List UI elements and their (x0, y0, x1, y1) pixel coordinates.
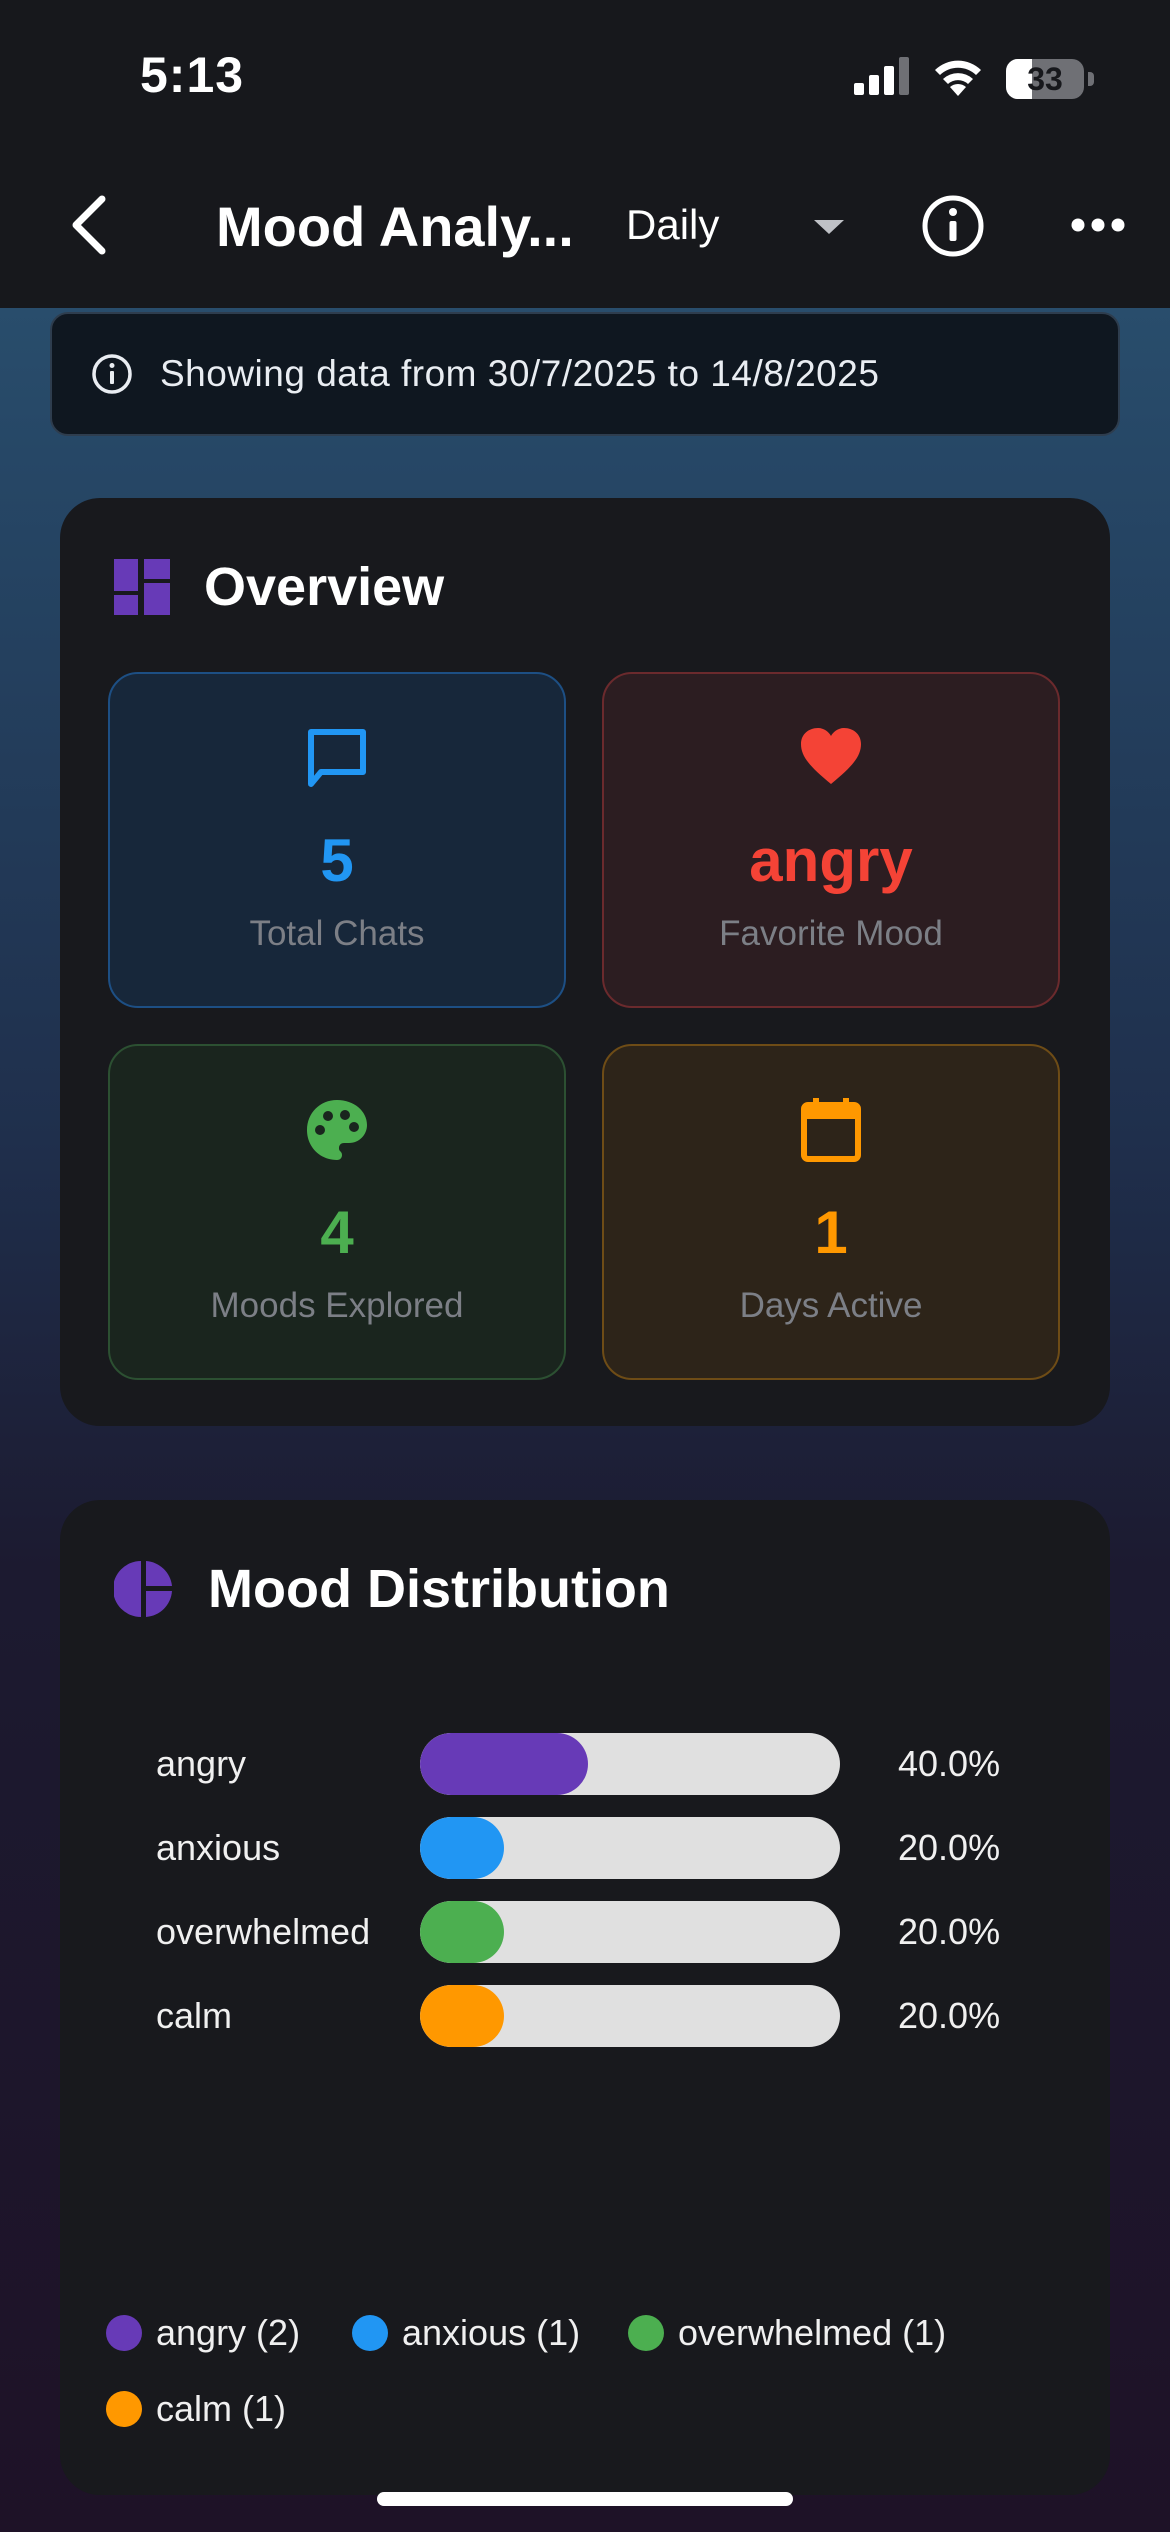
stat-moods-explored: 4 Moods Explored (108, 1044, 566, 1380)
mood-percent: 20.0% (898, 1827, 1001, 1868)
heart-icon (801, 728, 861, 784)
back-button[interactable] (58, 190, 118, 260)
info-outline-icon (92, 354, 132, 394)
status-time: 5:13 (140, 47, 245, 103)
mood-percent: 20.0% (898, 1995, 1001, 2036)
home-indicator[interactable] (377, 2492, 793, 2506)
distribution-row-calm: calm 20.0% (156, 1985, 1056, 2047)
legend-label: angry (2) (156, 2312, 301, 2353)
progress-track (420, 1733, 840, 1795)
page-title: Mood Analy... (216, 195, 574, 258)
dashboard-icon (114, 559, 170, 615)
chat-bubble-icon (308, 729, 366, 787)
total-chats-value: 5 (320, 827, 354, 894)
progress-fill (420, 1985, 504, 2047)
days-active-value: 1 (814, 1199, 848, 1266)
distribution-header: Mood Distribution (114, 1558, 670, 1620)
info-icon (922, 195, 984, 257)
legend-label: calm (1) (156, 2388, 287, 2429)
legend-dot (106, 2315, 142, 2351)
signal-icon (854, 57, 910, 100)
distribution-row-overwhelmed: overwhelmed 20.0% (156, 1901, 1056, 1963)
info-button[interactable] (920, 193, 986, 259)
status-icons: 33 (854, 56, 1094, 101)
date-range-text: Showing data from 30/7/2025 to 14/8/2025 (160, 353, 880, 394)
legend-dot (628, 2315, 664, 2351)
battery-icon: 33 (1006, 58, 1084, 99)
chevron-left-icon (72, 195, 106, 255)
more-button[interactable] (1068, 210, 1128, 240)
dropdown-arrow-icon (814, 220, 844, 234)
more-horizontal-icon (1071, 218, 1125, 232)
pie-chart-icon (114, 1561, 172, 1617)
mood-percent: 40.0% (898, 1743, 1001, 1784)
stat-days-active: 1 Days Active (602, 1044, 1060, 1380)
date-range-banner: Showing data from 30/7/2025 to 14/8/2025 (50, 312, 1120, 436)
progress-track (420, 1817, 840, 1879)
progress-fill (420, 1733, 588, 1795)
legend-item: anxious (1) (352, 2312, 580, 2354)
favorite-mood-value: angry (749, 827, 913, 894)
period-dropdown[interactable]: Daily (626, 190, 856, 260)
overview-header: Overview (114, 556, 444, 618)
progress-fill (420, 1817, 504, 1879)
mood-percent: 20.0% (898, 1911, 1001, 1952)
legend-item: calm (1) (106, 2388, 286, 2430)
legend-label: anxious (1) (402, 2312, 581, 2353)
stat-favorite-mood: angry Favorite Mood (602, 672, 1060, 1008)
progress-track (420, 1901, 840, 1963)
legend-dot (352, 2315, 388, 2351)
mood-label: calm (156, 1995, 233, 2036)
period-value: Daily (626, 201, 720, 248)
favorite-mood-label: Favorite Mood (719, 914, 943, 953)
moods-explored-value: 4 (320, 1199, 354, 1266)
battery-tip (1088, 71, 1094, 86)
palette-icon (307, 1100, 367, 1160)
mood-label: angry (156, 1743, 247, 1784)
days-active-label: Days Active (739, 1286, 923, 1325)
battery-level: 33 (1027, 60, 1063, 97)
mood-label: anxious (156, 1827, 281, 1868)
legend-label: overwhelmed (1) (678, 2312, 947, 2353)
mood-distribution-card: Mood Distribution angry 40.0% anxious 20.0%… (60, 1500, 1110, 2495)
total-chats-label: Total Chats (249, 914, 425, 953)
legend-item: overwhelmed (1) (628, 2312, 946, 2354)
overview-card: Overview 5 Total Chats angry Favorite Mo… (60, 498, 1110, 1426)
distribution-row-angry: angry 40.0% (156, 1733, 1056, 1795)
stat-total-chats: 5 Total Chats (108, 672, 566, 1008)
calendar-icon (801, 1098, 861, 1162)
overview-title: Overview (204, 557, 445, 617)
wifi-icon (932, 56, 984, 101)
distribution-title: Mood Distribution (208, 1559, 670, 1619)
legend-dot (106, 2391, 142, 2427)
moods-explored-label: Moods Explored (210, 1286, 464, 1325)
app-bar: 5:13 33 Mood Analy... Daily (0, 0, 1170, 308)
progress-track (420, 1985, 840, 2047)
mood-label: overwhelmed (156, 1911, 371, 1952)
progress-fill (420, 1901, 504, 1963)
distribution-row-anxious: anxious 20.0% (156, 1817, 1056, 1879)
legend-item: angry (2) (106, 2312, 300, 2354)
